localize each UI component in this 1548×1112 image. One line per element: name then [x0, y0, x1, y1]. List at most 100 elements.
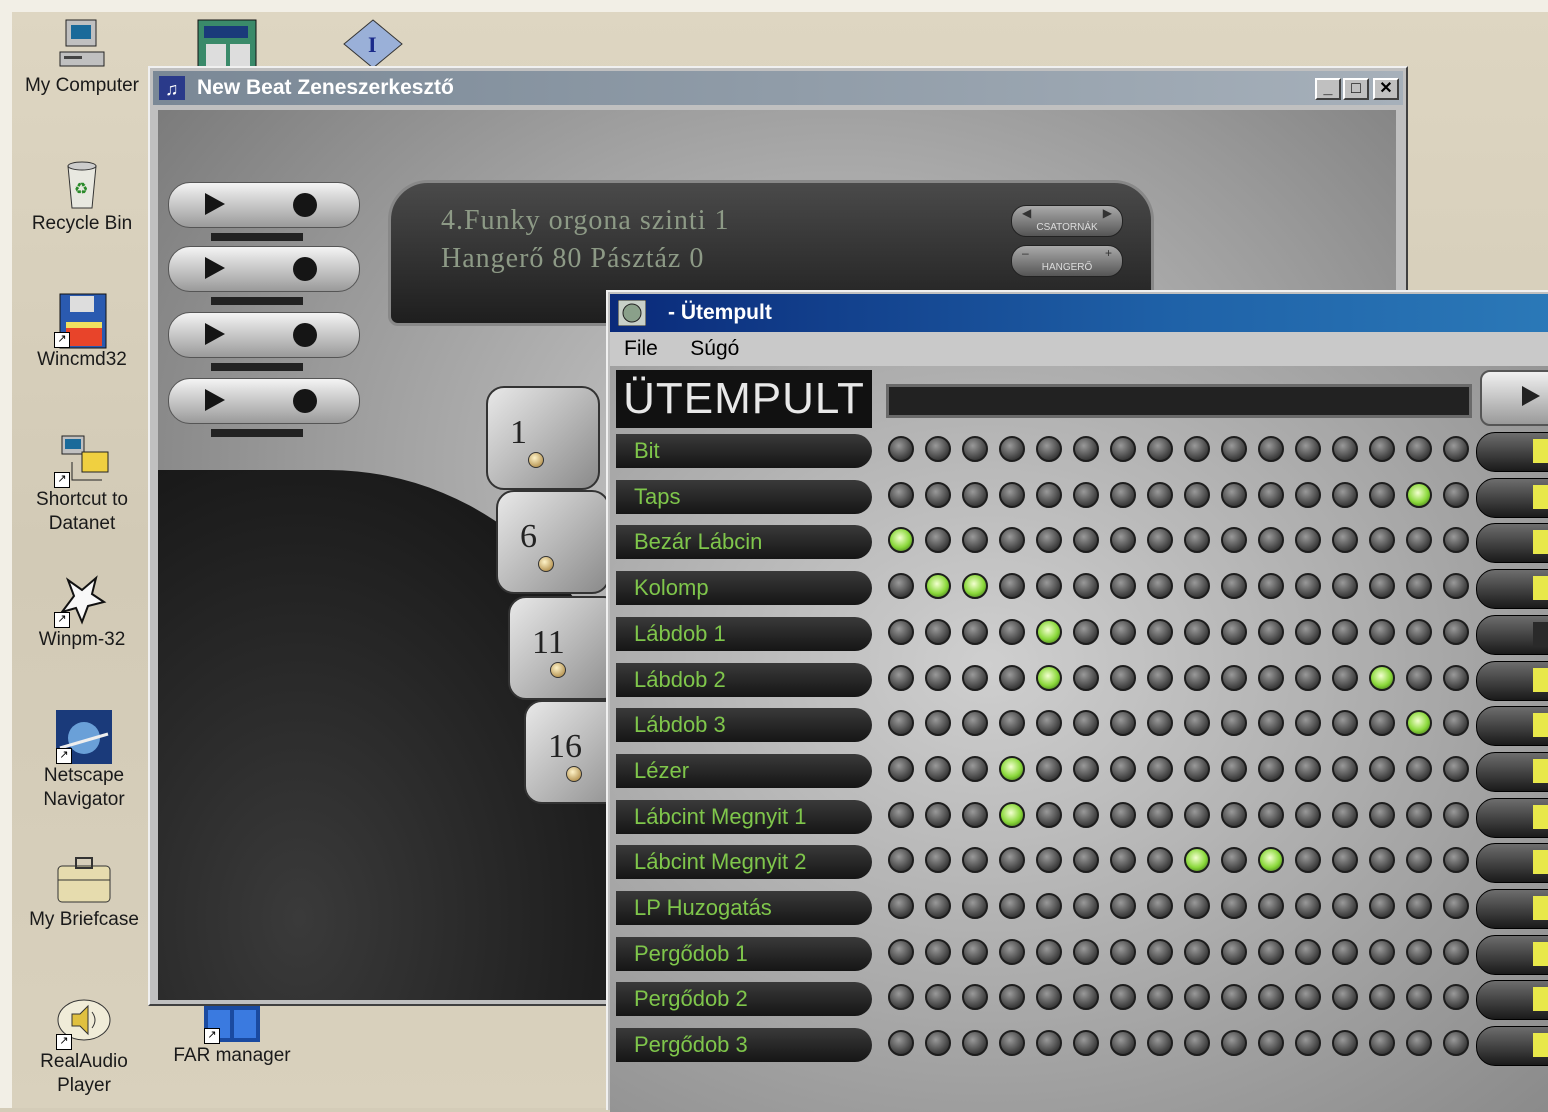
step-button[interactable] [1443, 664, 1469, 691]
track-name[interactable]: Pergődob 1 [616, 936, 872, 971]
step-button[interactable] [1147, 755, 1173, 782]
step-button[interactable] [1147, 664, 1173, 691]
step-button[interactable] [925, 664, 951, 691]
step-button[interactable] [1369, 573, 1395, 600]
step-button[interactable] [1332, 573, 1358, 600]
volume-control[interactable]: – + HANGERŐ [1011, 245, 1123, 277]
step-button[interactable] [1295, 481, 1321, 508]
step-button[interactable] [999, 618, 1025, 645]
step-button[interactable] [1147, 938, 1173, 965]
pad-button[interactable]: 6 [496, 490, 610, 594]
desktop-icon-datanet[interactable]: ↗ Shortcut to Datanet [12, 432, 152, 536]
step-button[interactable] [1110, 664, 1136, 691]
step-button[interactable] [1036, 755, 1062, 782]
step-button[interactable] [1073, 801, 1099, 828]
step-button[interactable] [1443, 527, 1469, 554]
utempult-window[interactable]: - Ütempult File Súgó ÜTEMPULT Bit Taps Bez… [606, 290, 1548, 1112]
step-button[interactable] [1443, 801, 1469, 828]
step-button[interactable] [1369, 710, 1395, 737]
step-button[interactable] [1110, 755, 1136, 782]
step-button[interactable] [999, 755, 1025, 782]
step-button[interactable] [925, 893, 951, 919]
step-button[interactable] [1369, 481, 1395, 508]
step-button[interactable] [1332, 664, 1358, 691]
step-button[interactable] [1369, 1030, 1395, 1057]
close-button[interactable]: ✕ [1373, 78, 1399, 100]
step-button[interactable] [1184, 436, 1210, 462]
step-button[interactable] [1295, 801, 1321, 828]
step-button[interactable] [1073, 436, 1099, 462]
step-button[interactable] [1184, 664, 1210, 691]
step-button[interactable] [888, 847, 914, 874]
step-button[interactable] [888, 436, 914, 462]
step-button[interactable] [1443, 893, 1469, 919]
step-button[interactable] [1073, 755, 1099, 782]
step-button[interactable] [1073, 618, 1099, 645]
step-button[interactable] [1036, 710, 1062, 737]
channel-row[interactable] [168, 182, 360, 241]
step-button[interactable] [962, 801, 988, 828]
step-button[interactable] [1110, 1030, 1136, 1057]
step-button[interactable] [888, 755, 914, 782]
step-button[interactable] [1110, 938, 1136, 965]
step-button[interactable] [1369, 801, 1395, 828]
step-button[interactable] [1221, 664, 1247, 691]
step-button[interactable] [1443, 847, 1469, 874]
record-icon[interactable] [293, 193, 317, 217]
plus-icon[interactable]: + [1105, 246, 1112, 260]
step-button[interactable] [1406, 481, 1432, 508]
step-button[interactable] [888, 938, 914, 965]
step-button[interactable] [1406, 1030, 1432, 1057]
step-button[interactable] [888, 984, 914, 1011]
step-button[interactable] [1406, 893, 1432, 919]
step-button[interactable] [999, 436, 1025, 462]
step-button[interactable] [1073, 938, 1099, 965]
step-button[interactable] [1147, 893, 1173, 919]
maximize-button[interactable]: □ [1343, 78, 1369, 100]
step-button[interactable] [999, 664, 1025, 691]
step-button[interactable] [925, 755, 951, 782]
step-button[interactable] [1036, 436, 1062, 462]
step-button[interactable] [962, 893, 988, 919]
step-button[interactable] [1110, 893, 1136, 919]
step-button[interactable] [1369, 527, 1395, 554]
step-button[interactable] [962, 938, 988, 965]
step-button[interactable] [1036, 664, 1062, 691]
step-button[interactable] [1110, 984, 1136, 1011]
track-name[interactable]: LP Huzogatás [616, 891, 872, 925]
step-button[interactable] [1184, 618, 1210, 645]
track-name[interactable]: Lézer [616, 753, 872, 788]
step-button[interactable] [1258, 710, 1284, 737]
step-button[interactable] [925, 618, 951, 645]
play-icon[interactable] [205, 257, 225, 279]
step-button[interactable] [1258, 755, 1284, 782]
step-button[interactable] [1147, 618, 1173, 645]
mute-toggle[interactable] [1476, 1026, 1548, 1067]
step-button[interactable] [1073, 527, 1099, 554]
step-button[interactable] [925, 984, 951, 1011]
step-button[interactable] [1332, 801, 1358, 828]
step-button[interactable] [1332, 618, 1358, 645]
step-button[interactable] [1406, 847, 1432, 874]
step-button[interactable] [925, 801, 951, 828]
step-button[interactable] [925, 436, 951, 462]
play-icon[interactable] [205, 323, 225, 345]
step-button[interactable] [962, 618, 988, 645]
desktop-icon-recycle-bin[interactable]: ♻ Recycle Bin [12, 156, 152, 236]
step-button[interactable] [962, 755, 988, 782]
step-button[interactable] [925, 481, 951, 508]
step-button[interactable] [1258, 893, 1284, 919]
step-button[interactable] [1221, 984, 1247, 1011]
step-button[interactable] [1406, 755, 1432, 782]
right-arrow-icon[interactable]: ▶ [1103, 206, 1112, 220]
step-button[interactable] [1406, 618, 1432, 645]
step-button[interactable] [1073, 893, 1099, 919]
step-button[interactable] [1221, 436, 1247, 462]
new-beat-titlebar[interactable]: ♫ New Beat Zeneszerkesztő _ □ ✕ [153, 71, 1403, 105]
step-button[interactable] [1184, 481, 1210, 508]
step-button[interactable] [1184, 938, 1210, 965]
step-button[interactable] [1073, 1030, 1099, 1057]
utempult-titlebar[interactable]: - Ütempult [610, 294, 1548, 332]
mute-toggle[interactable] [1476, 523, 1548, 564]
step-button[interactable] [1147, 847, 1173, 874]
